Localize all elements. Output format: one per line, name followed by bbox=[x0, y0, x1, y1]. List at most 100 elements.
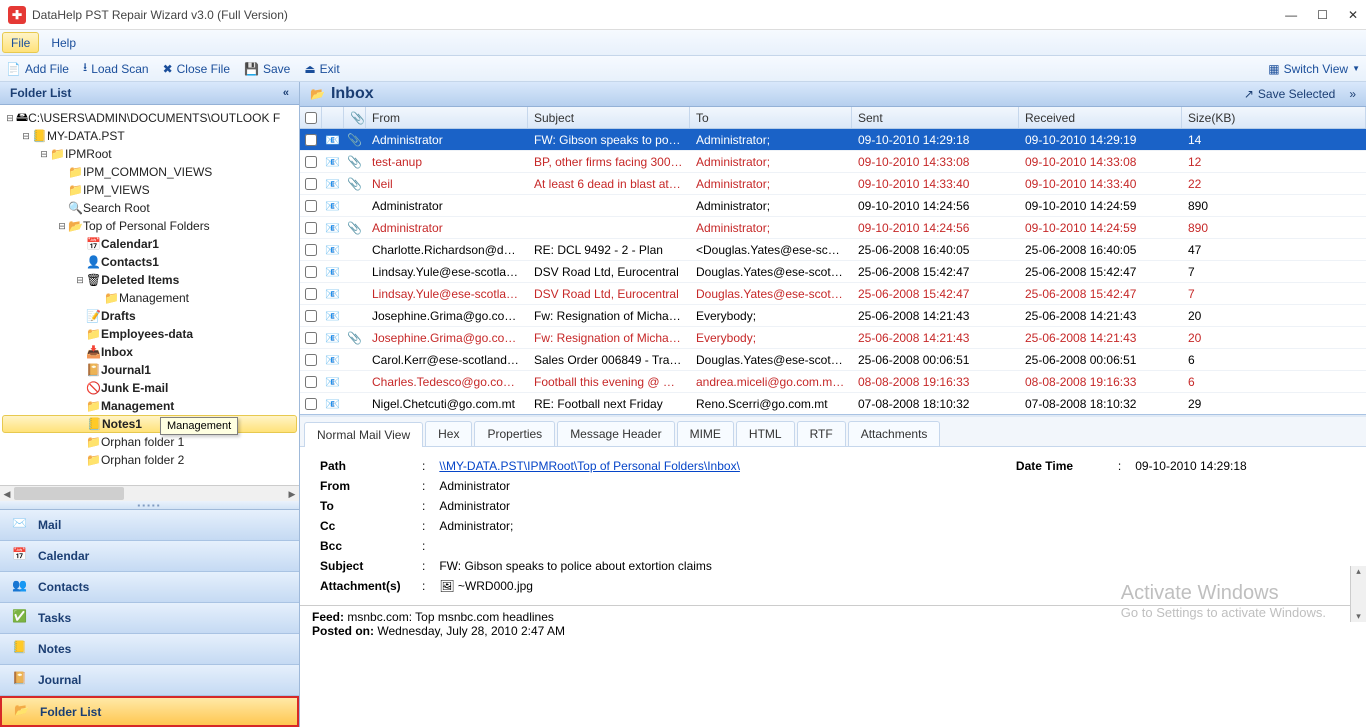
cell-received: 25-06-2008 00:06:51 bbox=[1019, 353, 1182, 367]
table-row[interactable]: 📧📎AdministratorAdministrator;09-10-2010 … bbox=[300, 217, 1366, 239]
menu-file[interactable]: File bbox=[2, 32, 39, 53]
folder-icon: 📁 bbox=[86, 435, 101, 449]
tab-rtf[interactable]: RTF bbox=[797, 421, 846, 446]
splitter-grip[interactable]: ▪▪▪▪▪ bbox=[0, 501, 299, 509]
junk-icon: 🚫 bbox=[86, 381, 101, 395]
cell-from: Charlotte.Richardson@dexio... bbox=[366, 243, 528, 257]
nav-tasks[interactable]: ✅Tasks bbox=[0, 603, 299, 634]
close-file-button[interactable]: ✖Close File bbox=[163, 62, 230, 76]
tab-message-header[interactable]: Message Header bbox=[557, 421, 674, 446]
feed-title: msnbc.com: Top msnbc.com headlines bbox=[347, 610, 554, 624]
row-checkbox[interactable] bbox=[305, 332, 317, 344]
row-checkbox[interactable] bbox=[305, 222, 317, 234]
minimize-button[interactable]: — bbox=[1285, 8, 1297, 22]
table-row[interactable]: 📧Josephine.Grima@go.com.mtFw: Resignatio… bbox=[300, 305, 1366, 327]
close-file-icon: ✖ bbox=[163, 62, 173, 76]
tree-toggle[interactable]: ⊟ bbox=[74, 275, 86, 286]
nav-mail[interactable]: ✉️Mail bbox=[0, 510, 299, 541]
table-row[interactable]: 📧Charles.Tedesco@go.com.mtFootball this … bbox=[300, 371, 1366, 393]
tab-normal[interactable]: Normal Mail View bbox=[304, 422, 423, 447]
cell-to: Everybody; bbox=[690, 331, 852, 345]
add-file-button[interactable]: 📄Add File bbox=[6, 62, 69, 76]
save-button[interactable]: 💾Save bbox=[244, 62, 290, 76]
tab-properties[interactable]: Properties bbox=[474, 421, 555, 446]
col-attachment[interactable]: 📎 bbox=[344, 107, 366, 128]
nav-calendar[interactable]: 📅Calendar bbox=[0, 541, 299, 572]
value-path[interactable]: \\MY-DATA.PST\IPMRoot\Top of Personal Fo… bbox=[439, 459, 740, 473]
tab-html[interactable]: HTML bbox=[736, 421, 795, 446]
table-row[interactable]: 📧Nigel.Chetcuti@go.com.mtRE: Football ne… bbox=[300, 393, 1366, 415]
tab-hex[interactable]: Hex bbox=[425, 421, 472, 446]
tree-toggle[interactable]: ⊟ bbox=[4, 113, 16, 124]
maximize-button[interactable]: ☐ bbox=[1317, 8, 1328, 22]
col-from[interactable]: From bbox=[366, 107, 528, 128]
row-checkbox[interactable] bbox=[305, 398, 317, 410]
row-checkbox[interactable] bbox=[305, 178, 317, 190]
right-pane: 📂 Inbox ↗Save Selected » 📎 From Subject … bbox=[300, 82, 1366, 727]
scroll-thumb[interactable] bbox=[14, 487, 124, 500]
row-checkbox[interactable] bbox=[305, 134, 317, 146]
col-icon[interactable] bbox=[322, 107, 344, 128]
vertical-scrollbar[interactable]: ▴ ▾ bbox=[1350, 566, 1366, 622]
scroll-left-icon[interactable]: ◀ bbox=[0, 486, 14, 502]
col-sent[interactable]: Sent bbox=[852, 107, 1019, 128]
tree-toggle[interactable]: ⊟ bbox=[56, 221, 68, 232]
tab-mime[interactable]: MIME bbox=[677, 421, 734, 446]
col-received[interactable]: Received bbox=[1019, 107, 1182, 128]
col-to[interactable]: To bbox=[690, 107, 852, 128]
table-row[interactable]: 📧📎Josephine.Grima@go.com.mtFw: Resignati… bbox=[300, 327, 1366, 349]
image-icon: 🖼 bbox=[439, 579, 454, 593]
cell-from: Administrator bbox=[366, 221, 528, 235]
nav-journal[interactable]: 📔Journal bbox=[0, 665, 299, 696]
switch-view-button[interactable]: ▦Switch View ▼ bbox=[1268, 62, 1360, 76]
tab-attachments[interactable]: Attachments bbox=[848, 421, 941, 446]
value-attachment[interactable]: ~WRD000.jpg bbox=[458, 579, 533, 593]
grid-body[interactable]: 📧📎AdministratorFW: Gibson speaks to poli… bbox=[300, 129, 1366, 415]
nav-folder-list[interactable]: 📂Folder List bbox=[0, 696, 299, 727]
nav-notes[interactable]: 📒Notes bbox=[0, 634, 299, 665]
load-scan-button[interactable]: ⭳Load Scan bbox=[83, 58, 149, 79]
row-checkbox[interactable] bbox=[305, 244, 317, 256]
tree-toggle[interactable]: ⊟ bbox=[38, 149, 50, 160]
row-checkbox[interactable] bbox=[305, 288, 317, 300]
label-datetime: Date Time bbox=[1010, 457, 1110, 475]
horizontal-scrollbar[interactable]: ◀ ▶ bbox=[0, 485, 299, 501]
table-row[interactable]: 📧📎AdministratorFW: Gibson speaks to poli… bbox=[300, 129, 1366, 151]
cell-to: Administrator; bbox=[690, 199, 852, 213]
collapse-chevrons-icon[interactable]: « bbox=[283, 87, 289, 99]
table-row[interactable]: 📧📎NeilAt least 6 dead in blast at Ch...A… bbox=[300, 173, 1366, 195]
tree-item-notes1[interactable]: 📒Notes1 bbox=[2, 415, 297, 433]
save-selected-button[interactable]: ↗Save Selected bbox=[1244, 87, 1335, 101]
row-checkbox[interactable] bbox=[305, 376, 317, 388]
cell-from: Lindsay.Yule@ese-scotland.c... bbox=[366, 287, 528, 301]
cell-sent: 08-08-2008 19:16:33 bbox=[852, 375, 1019, 389]
select-all-checkbox[interactable] bbox=[305, 112, 317, 124]
tree-toggle[interactable]: ⊟ bbox=[20, 131, 32, 142]
table-row[interactable]: 📧Lindsay.Yule@ese-scotland.c...DSV Road … bbox=[300, 261, 1366, 283]
nav-contacts[interactable]: 👥Contacts bbox=[0, 572, 299, 603]
scroll-right-icon[interactable]: ▶ bbox=[285, 486, 299, 502]
col-size[interactable]: Size(KB) bbox=[1182, 107, 1366, 128]
feed-bar: Feed: msnbc.com: Top msnbc.com headlines… bbox=[300, 605, 1366, 638]
row-checkbox[interactable] bbox=[305, 354, 317, 366]
menu-help[interactable]: Help bbox=[41, 30, 86, 55]
table-row[interactable]: 📧Lindsay.Yule@ese-scotland.c...DSV Road … bbox=[300, 283, 1366, 305]
exit-button[interactable]: ⏏Exit bbox=[304, 62, 339, 76]
cell-to: Administrator; bbox=[690, 221, 852, 235]
row-checkbox[interactable] bbox=[305, 266, 317, 278]
table-row[interactable]: 📧AdministratorAdministrator;09-10-2010 1… bbox=[300, 195, 1366, 217]
cell-size: 22 bbox=[1182, 177, 1366, 191]
table-row[interactable]: 📧Charlotte.Richardson@dexio...RE: DCL 94… bbox=[300, 239, 1366, 261]
table-row[interactable]: 📧Carol.Kerr@ese-scotland.co.ukSales Orde… bbox=[300, 349, 1366, 371]
row-checkbox[interactable] bbox=[305, 310, 317, 322]
row-checkbox[interactable] bbox=[305, 200, 317, 212]
close-button[interactable]: ✕ bbox=[1348, 8, 1358, 22]
value-to: Administrator bbox=[433, 497, 1252, 515]
collapse-chevrons-icon[interactable]: » bbox=[1349, 87, 1356, 101]
cell-sent: 25-06-2008 00:06:51 bbox=[852, 353, 1019, 367]
col-subject[interactable]: Subject bbox=[528, 107, 690, 128]
table-row[interactable]: 📧📎test-anupBP, other firms facing 300 la… bbox=[300, 151, 1366, 173]
cell-from: Administrator bbox=[366, 199, 528, 213]
row-checkbox[interactable] bbox=[305, 156, 317, 168]
folder-tree[interactable]: ⊟🖴C:\USERS\ADMIN\DOCUMENTS\OUTLOOK F ⊟📒M… bbox=[0, 105, 299, 485]
